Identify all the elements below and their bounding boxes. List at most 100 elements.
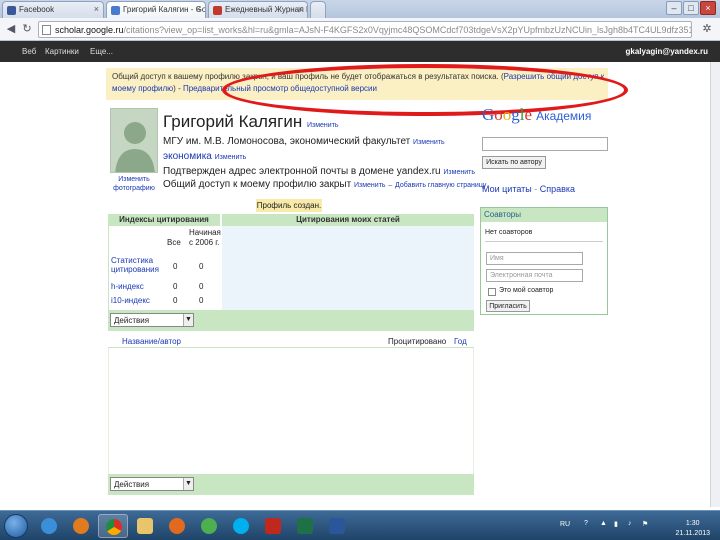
url-domain: scholar.google.ru (55, 25, 124, 35)
edit-email-link[interactable]: Изменить (443, 169, 475, 176)
back-arrow-icon[interactable]: ◀ (4, 22, 18, 36)
network-icon[interactable]: ▮ (614, 520, 618, 528)
close-tab-icon[interactable]: × (94, 4, 99, 14)
logo-letter: g (511, 105, 520, 124)
actions-select-value: Действия (114, 480, 150, 489)
acrobat-icon (265, 518, 281, 534)
taskbar-clock[interactable]: 1:30 21.11.2013 (675, 519, 710, 539)
reload-icon[interactable]: ↻ (20, 22, 34, 36)
actions-select-bottom[interactable]: Действия ▼ (110, 477, 194, 491)
taskbar-chrome[interactable] (98, 514, 128, 538)
taskbar-acrobat[interactable] (258, 514, 288, 538)
row-citations-label[interactable]: Статистика цитирования (111, 256, 159, 274)
close-tab-icon[interactable]: × (196, 4, 201, 14)
internet-explorer-icon (41, 518, 57, 534)
new-tab-button[interactable] (310, 1, 326, 18)
citations-chart-header: Цитирования моих статей (222, 214, 474, 226)
search-author-button[interactable]: Искать по автору (482, 156, 546, 169)
col-cited[interactable]: Процитировано (388, 337, 446, 346)
logo-suffix: Академия (536, 109, 592, 123)
tray-arrow-icon[interactable]: ▲ (600, 520, 607, 527)
ej-favicon-icon (213, 6, 222, 15)
actions-select-top[interactable]: Действия ▼ (110, 313, 194, 327)
taskbar-skype[interactable] (226, 514, 256, 538)
close-tab-icon[interactable]: × (298, 4, 303, 14)
start-button[interactable] (4, 514, 28, 538)
taskbar-files[interactable] (130, 514, 160, 538)
gbar-more-link[interactable]: Еще... (90, 47, 113, 56)
change-access-link[interactable]: Изменить (354, 182, 386, 189)
interests-row: экономика Изменить (163, 151, 246, 162)
col-title-author[interactable]: Название/автор (122, 337, 181, 346)
affiliation-text: МГУ им. М.В. Ломоносова, экономический ф… (163, 136, 411, 147)
coauthor-name-input[interactable]: Имя (486, 252, 583, 265)
row-i10-index-label[interactable]: i10-индекс (111, 296, 150, 305)
col-all: Все (167, 238, 181, 247)
actions-bar-bottom: Действия ▼ (108, 474, 474, 495)
taskbar-word[interactable] (322, 514, 352, 538)
browser-tab-strip: Facebook × Григорий Калягин - Goo × Ежед… (0, 0, 720, 18)
divider (485, 241, 603, 242)
help-icon[interactable]: ? (584, 520, 588, 527)
invite-coauthor-button[interactable]: Пригласить (486, 300, 530, 312)
my-citations-link[interactable]: Мои цитаты (482, 184, 532, 194)
col-year[interactable]: Год (454, 337, 467, 346)
tab-scholar-profile[interactable]: Григорий Калягин - Goo × (106, 1, 206, 18)
language-indicator[interactable]: RU (560, 521, 570, 528)
excel-icon (297, 518, 313, 534)
taskbar-icq[interactable] (194, 514, 224, 538)
logo-letter: o (494, 105, 503, 124)
maximize-icon[interactable]: □ (683, 1, 699, 15)
my-coauthor-label: Это мой соавтор (499, 287, 554, 294)
gbar-web-link[interactable]: Веб (22, 47, 36, 56)
chevron-down-icon: ▼ (183, 314, 193, 326)
close-window-icon[interactable]: × (700, 1, 716, 15)
taskbar-firefox[interactable] (162, 514, 192, 538)
taskbar-media[interactable] (66, 514, 96, 538)
folder-icon (137, 518, 153, 534)
page-icon (42, 25, 51, 35)
access-row: Общий доступ к моему профилю закрыт Изме… (163, 179, 486, 190)
coauthor-email-input[interactable]: Электронная почта (486, 269, 583, 282)
volume-icon[interactable]: ♪ (628, 520, 632, 527)
citation-indices-header: Индексы цитирования (108, 214, 220, 226)
author-search-input[interactable] (482, 137, 608, 151)
my-coauthor-checkbox[interactable] (488, 288, 496, 296)
articles-table-header: Название/автор Процитировано Год (108, 334, 474, 348)
citation-indices-table: Все Начиная с 2006 г. Статистика цитиров… (108, 226, 221, 310)
email-row: Подтвержден адрес электронной почты в до… (163, 166, 475, 177)
profile-photo[interactable] (110, 108, 158, 173)
google-bar: Веб Картинки Еще... gkalyagin@yandex.ru (0, 41, 720, 62)
interest-link[interactable]: экономика (163, 151, 212, 162)
clock-date: 21.11.2013 (675, 530, 710, 537)
taskbar-excel[interactable] (290, 514, 320, 538)
email-verified-text: Подтвержден адрес электронной почты в до… (163, 166, 441, 177)
minimize-icon[interactable]: – (666, 1, 682, 15)
tab-facebook[interactable]: Facebook × (2, 1, 104, 18)
page-scrollbar[interactable] (710, 62, 720, 507)
signed-in-user[interactable]: gkalyagin@yandex.ru (626, 47, 709, 56)
actions-bar-top: Действия ▼ (108, 310, 474, 331)
affiliation-row: МГУ им. М.В. Ломоносова, экономический ф… (163, 136, 445, 147)
skype-icon (233, 518, 249, 534)
change-photo-link[interactable]: Изменить фотографию (108, 175, 160, 193)
window-controls: – □ × (664, 0, 720, 18)
edit-affiliation-link[interactable]: Изменить (413, 139, 445, 146)
taskbar-ie[interactable] (34, 514, 64, 538)
citations-all-value: 0 (173, 262, 178, 271)
google-scholar-logo[interactable]: Google Академия (482, 105, 591, 125)
gbar-images-link[interactable]: Картинки (45, 47, 79, 56)
row-h-index-label[interactable]: h-индекс (111, 282, 144, 291)
i10-index-since-value: 0 (199, 296, 204, 305)
tab-ej[interactable]: Ежедневный Журнал Ка × (208, 1, 308, 18)
url-path: /citations?view_op=list_works&hl=ru&gmla… (123, 25, 692, 35)
h-index-since-value: 0 (199, 282, 204, 291)
wrench-menu-icon[interactable]: ✲ (700, 22, 714, 36)
help-link[interactable]: Справка (540, 184, 575, 194)
add-homepage-link[interactable]: Добавить главную страницу (395, 182, 486, 189)
edit-interests-link[interactable]: Изменить (215, 154, 247, 161)
flag-icon[interactable]: ⚑ (642, 520, 648, 528)
address-bar[interactable]: scholar.google.ru/citations?view_op=list… (38, 21, 692, 38)
edit-name-link[interactable]: Изменить (307, 122, 339, 129)
citations-chart-area (222, 226, 474, 310)
